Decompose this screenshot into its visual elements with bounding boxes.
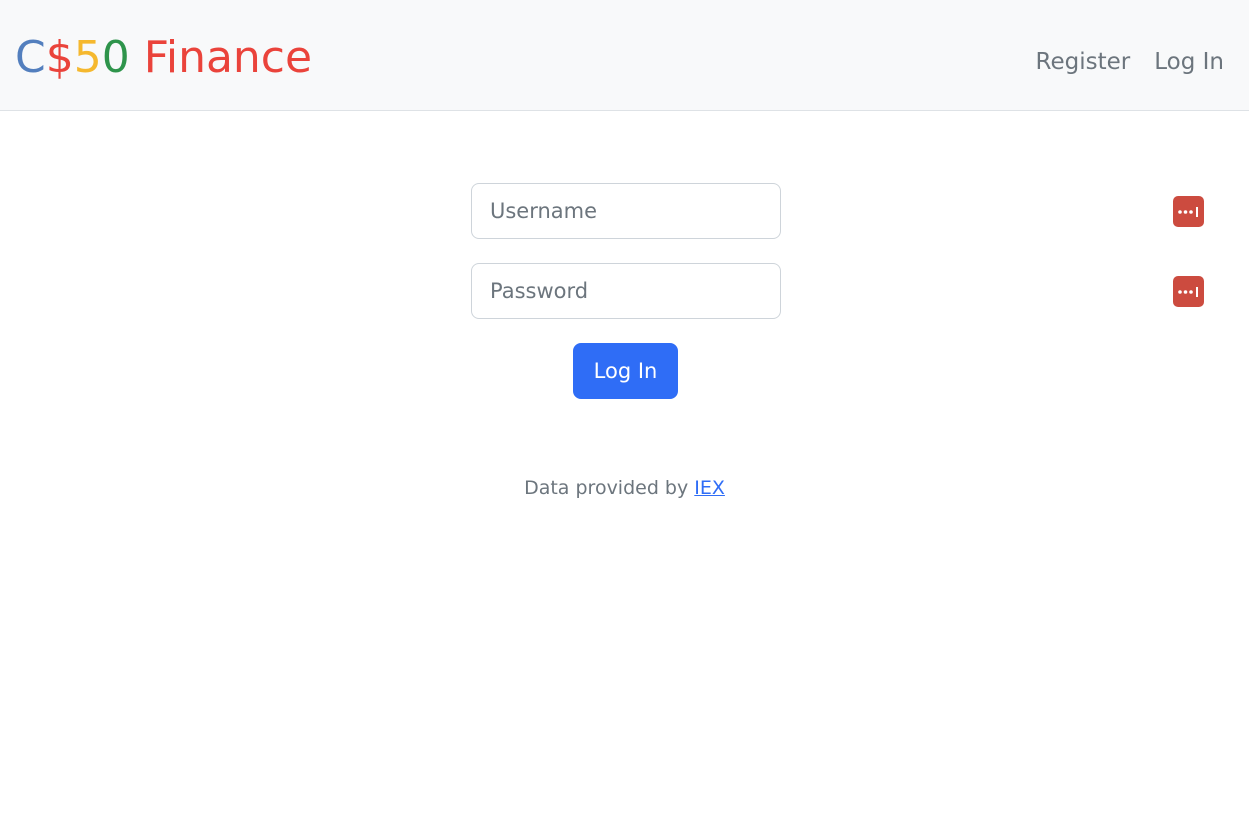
- password-manager-password-icon[interactable]: [1173, 276, 1204, 307]
- iex-link[interactable]: IEX: [694, 477, 725, 499]
- login-submit-button[interactable]: Log In: [573, 343, 678, 399]
- brand-finance: Finance: [143, 32, 313, 83]
- password-dots-icon: [1178, 206, 1198, 217]
- brand-letter-dollar: $: [45, 32, 74, 83]
- password-input[interactable]: [471, 263, 781, 319]
- nav-login-link[interactable]: Log In: [1154, 45, 1224, 79]
- navbar: C$50 Finance Register Log In: [0, 0, 1249, 111]
- nav-register-link[interactable]: Register: [1036, 45, 1131, 79]
- brand-letter-5: 5: [73, 32, 102, 83]
- brand-logo[interactable]: C$50 Finance: [15, 30, 312, 86]
- nav-links: Register Log In: [1036, 45, 1224, 79]
- brand-letter-c: C: [15, 32, 46, 83]
- footer: Data provided by IEX: [0, 474, 1249, 502]
- footer-attribution-text: Data provided by: [524, 477, 695, 499]
- password-manager-username-icon[interactable]: [1173, 196, 1204, 227]
- username-input[interactable]: [471, 183, 781, 239]
- brand-letter-0: 0: [101, 32, 130, 83]
- password-dots-icon: [1178, 286, 1198, 297]
